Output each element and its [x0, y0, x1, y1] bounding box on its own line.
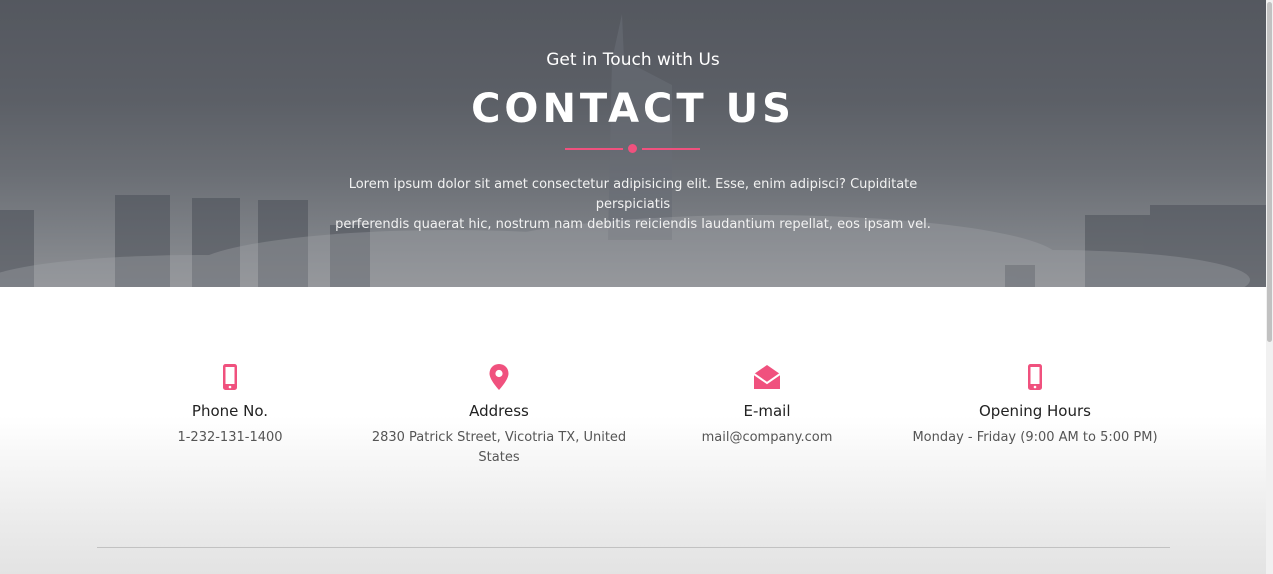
map-pin-icon: [489, 364, 509, 390]
hero-banner: Get in Touch with Us CONTACT US Lorem ip…: [0, 0, 1266, 287]
hours-title: Opening Hours: [979, 402, 1091, 420]
email-title: E-mail: [743, 402, 791, 420]
vertical-scrollbar[interactable]: [1266, 0, 1273, 574]
divider-line-left: [565, 148, 623, 150]
hero-description-line-1: Lorem ipsum dolor sit amet consectetur a…: [348, 177, 918, 212]
hero-description-line-2: perferendis quaerat hic, nostrum nam deb…: [335, 217, 931, 232]
section-divider: [97, 547, 1170, 548]
hero-subtitle: Get in Touch with Us: [546, 50, 720, 70]
scrollbar-thumb[interactable]: [1267, 2, 1272, 342]
divider-dot: [628, 144, 637, 153]
contact-info-section: Phone No. 1-232-131-1400 Address 2830 Pa…: [0, 287, 1266, 574]
hero-description: Lorem ipsum dolor sit amet consectetur a…: [330, 175, 936, 235]
contact-card-email: E-mail mail@company.com: [637, 362, 897, 448]
mobile-phone-icon: [1028, 364, 1042, 390]
phone-title: Phone No.: [191, 402, 269, 420]
title-divider: [565, 144, 700, 154]
page-title: CONTACT US: [471, 86, 795, 132]
mobile-phone-icon: [223, 364, 237, 390]
hours-value: Monday - Friday (9:00 AM to 5:00 PM): [912, 430, 1158, 445]
address-value: 2830 Patrick Street, Vicotria TX, United…: [371, 430, 627, 465]
email-value[interactable]: mail@company.com: [637, 428, 897, 448]
phone-value: 1-232-131-1400: [177, 430, 283, 445]
contact-card-hours: Opening Hours Monday - Friday (9:00 AM t…: [905, 362, 1165, 448]
page: Get in Touch with Us CONTACT US Lorem ip…: [0, 0, 1273, 574]
address-title: Address: [469, 402, 529, 420]
envelope-open-icon: [753, 365, 781, 389]
contact-card-address: Address 2830 Patrick Street, Vicotria TX…: [369, 362, 629, 468]
divider-line-right: [642, 148, 700, 150]
contact-card-phone: Phone No. 1-232-131-1400: [100, 362, 360, 448]
